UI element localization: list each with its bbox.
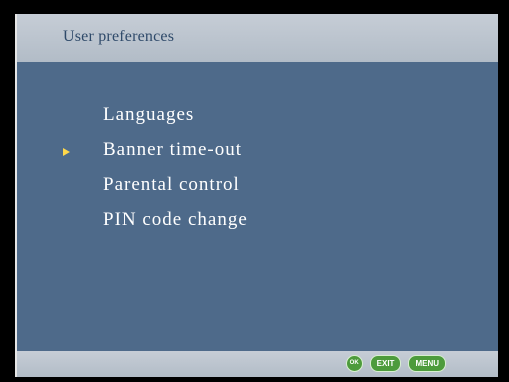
footer-bar: OK EXIT MENU: [17, 351, 498, 377]
tv-screen: User preferences Languages Banner time-o…: [0, 0, 509, 382]
exit-key-button[interactable]: EXIT: [369, 355, 402, 372]
menu-item-languages[interactable]: Languages: [17, 102, 498, 134]
menu-key-button[interactable]: MENU: [408, 355, 446, 372]
preferences-menu: Languages Banner time-out Parental contr…: [17, 102, 498, 242]
remote-key-hints: OK EXIT MENU: [345, 355, 446, 372]
menu-item-label: Parental control: [103, 174, 240, 195]
selection-pointer-icon: [63, 148, 70, 156]
menu-item-label: PIN code change: [103, 209, 248, 230]
menu-item-parental-control[interactable]: Parental control: [17, 172, 498, 204]
menu-item-label: Banner time-out: [103, 139, 242, 160]
page-title: User preferences: [63, 28, 175, 45]
menu-item-pin-code-change[interactable]: PIN code change: [17, 207, 498, 239]
header-bar: User preferences: [17, 14, 498, 62]
ok-key-button[interactable]: OK: [345, 355, 363, 372]
menu-item-banner-time-out[interactable]: Banner time-out: [17, 137, 498, 169]
preferences-panel: User preferences Languages Banner time-o…: [15, 14, 498, 377]
menu-item-label: Languages: [103, 104, 195, 125]
